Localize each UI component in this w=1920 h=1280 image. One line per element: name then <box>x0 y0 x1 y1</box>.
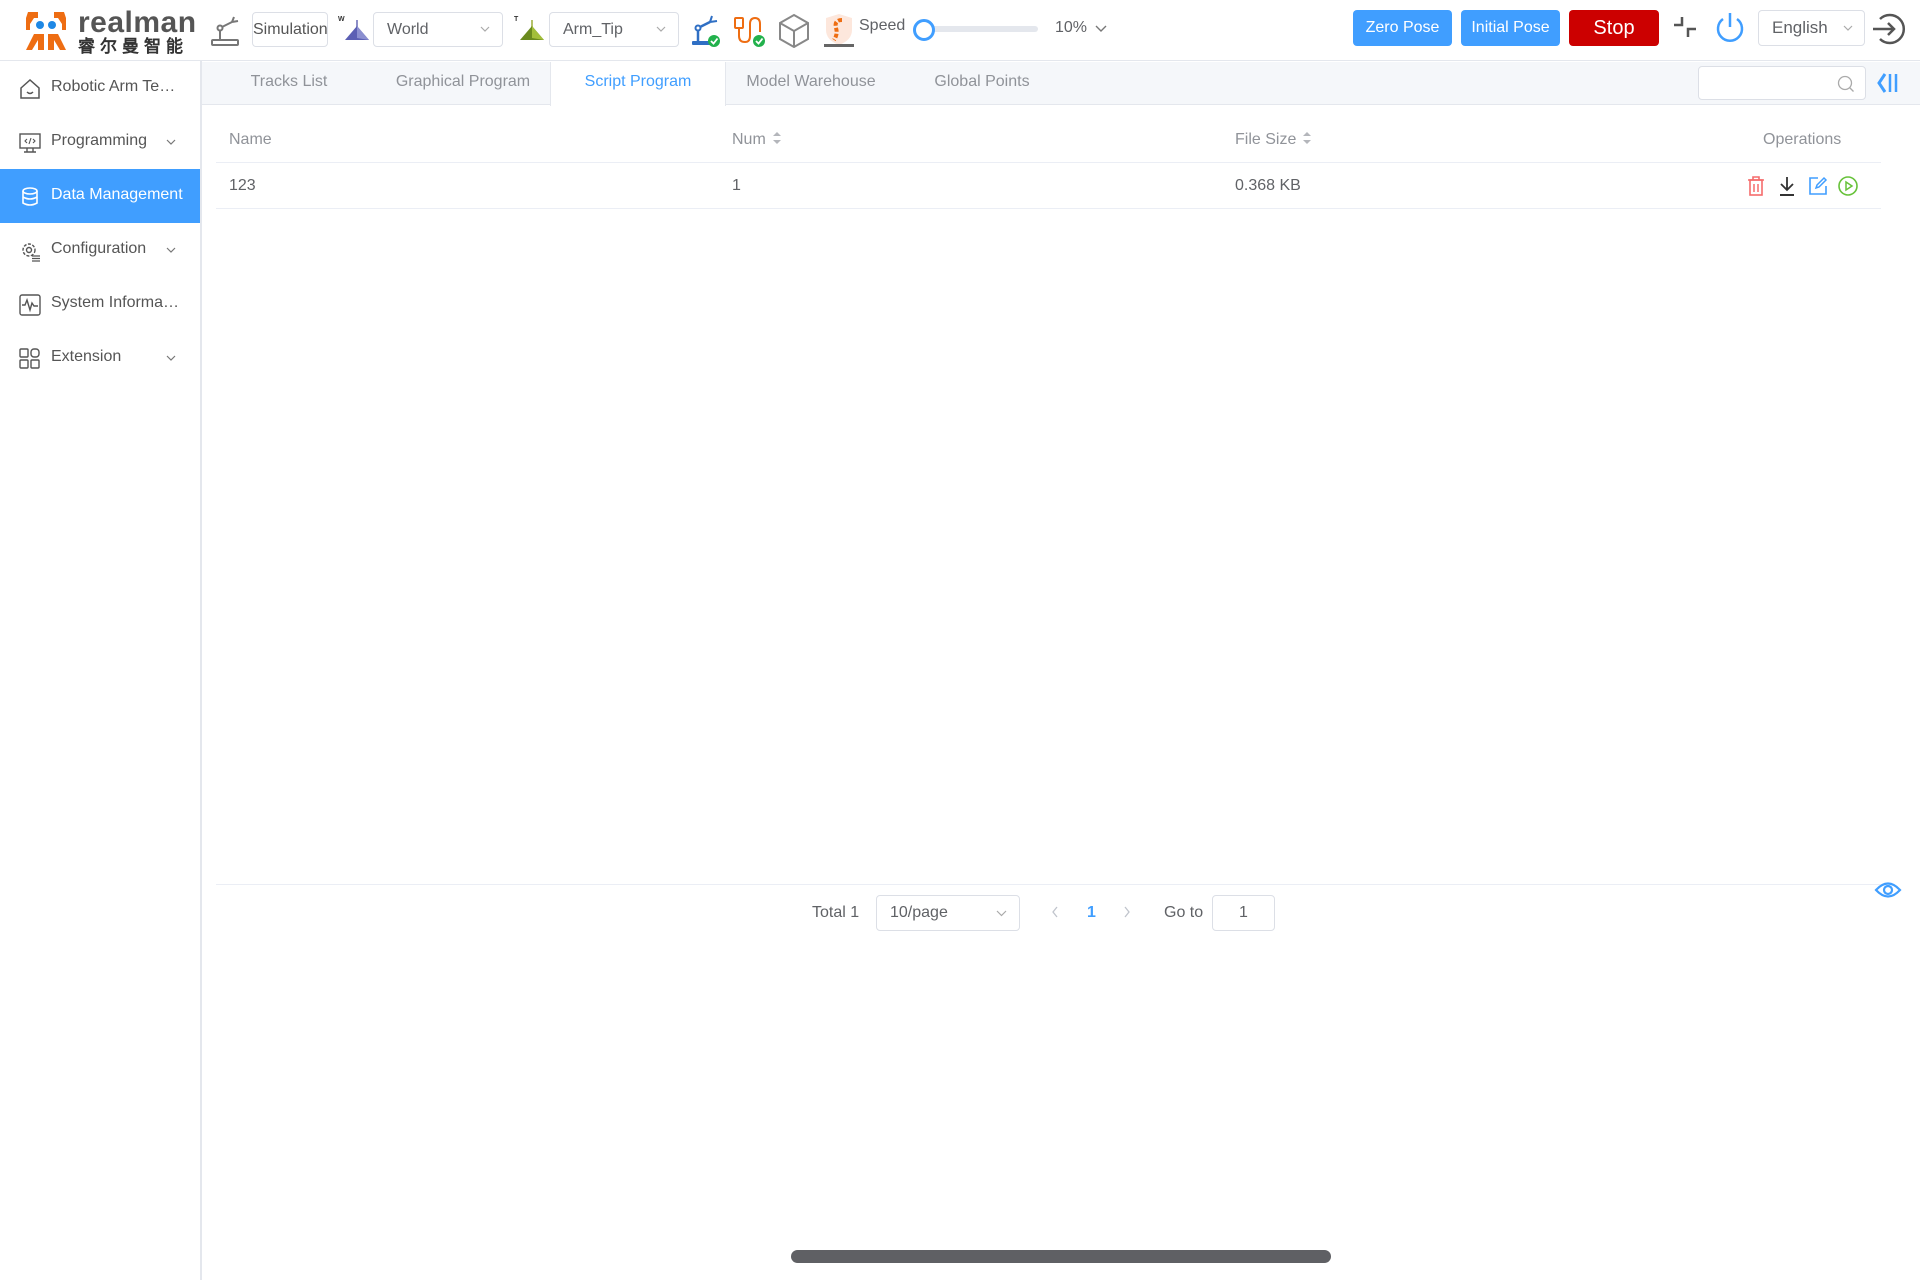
coord-frame-select[interactable]: World <box>373 12 503 47</box>
tool-frame-icon: T <box>514 16 544 40</box>
cell-file-size: 0.368 KB <box>1235 177 1301 194</box>
page-number-current[interactable]: 1 <box>1087 904 1096 922</box>
column-header-operations: Operations <box>1763 131 1842 148</box>
stop-button[interactable]: Stop <box>1569 10 1659 46</box>
language-select[interactable]: English <box>1758 10 1865 46</box>
tab-graphical-program[interactable]: Graphical Program <box>376 62 550 105</box>
tab-tracks-list[interactable]: Tracks List <box>202 62 376 105</box>
pagination: Total 1 10/page 1 Go to <box>0 895 1920 931</box>
download-icon[interactable] <box>1776 175 1798 197</box>
page-size-value: 10/page <box>890 904 948 921</box>
tab-model-warehouse[interactable]: Model Warehouse <box>726 62 896 105</box>
tab-script-program[interactable]: Script Program <box>550 62 726 106</box>
goto-page-input[interactable] <box>1212 895 1275 931</box>
sort-icon[interactable] <box>1302 130 1312 146</box>
sidebar-item-label: Extension <box>51 348 122 365</box>
search-icon <box>1837 75 1854 92</box>
pulse-monitor-icon <box>19 294 41 316</box>
column-header-file-size-label: File Size <box>1235 131 1297 148</box>
sidebar-item-robotic-arm-teaching[interactable]: Robotic Arm Teaching <box>0 61 200 115</box>
chevron-down-icon <box>480 26 490 32</box>
column-header-name: Name <box>229 131 272 148</box>
table-row[interactable]: 123 1 0.368 KB <box>216 163 1881 209</box>
prev-page-icon[interactable] <box>1049 903 1061 921</box>
sidebar-item-configuration[interactable]: Configuration <box>0 223 200 277</box>
svg-text:W: W <box>338 16 345 23</box>
run-icon[interactable] <box>1837 175 1859 197</box>
logout-icon[interactable] <box>1870 10 1908 48</box>
sidebar-item-label: Programming <box>51 132 148 149</box>
chevron-down-icon <box>996 910 1007 917</box>
chevron-down-icon <box>166 247 176 253</box>
chevron-down-icon <box>656 26 666 32</box>
collapse-panel-icon[interactable] <box>1876 70 1900 96</box>
model-cube-icon[interactable] <box>777 12 811 48</box>
top-header: realman 睿尔曼智能 Simulation W World T Arm_T… <box>0 0 1920 61</box>
io-connected-icon[interactable] <box>732 12 766 48</box>
horizontal-scrollbar[interactable] <box>791 1250 1331 1263</box>
column-header-num[interactable]: Num <box>732 131 782 149</box>
cell-num: 1 <box>732 177 741 194</box>
world-frame-icon: W <box>338 16 369 40</box>
realman-logo-icon <box>26 12 66 50</box>
mode-simulation-label[interactable]: Simulation <box>252 12 328 47</box>
page-size-select[interactable]: 10/page <box>876 895 1020 931</box>
sidebar-item-label: System Information <box>51 294 183 311</box>
home-icon <box>20 78 40 99</box>
code-monitor-icon <box>19 133 41 153</box>
chevron-down-icon <box>166 355 176 361</box>
script-program-table: Name Num File Size Operations 123 1 0.36… <box>216 105 1881 209</box>
chevron-down-icon <box>166 139 176 145</box>
initial-pose-button[interactable]: Initial Pose <box>1461 10 1560 46</box>
collision-safety-icon[interactable] <box>822 12 856 48</box>
column-header-num-label: Num <box>732 131 766 148</box>
table-header: Name Num File Size Operations <box>216 105 1881 163</box>
grid-apps-icon <box>19 348 40 369</box>
sidebar-item-programming[interactable]: Programming <box>0 115 200 169</box>
database-icon <box>22 187 38 206</box>
minimize-window-icon[interactable] <box>1670 12 1700 42</box>
sidebar-item-data-management[interactable]: Data Management <box>0 169 200 223</box>
chevron-down-icon <box>1843 25 1853 31</box>
delete-icon[interactable] <box>1745 175 1767 197</box>
brand-name-cn: 睿尔曼智能 <box>78 37 188 56</box>
svg-text:T: T <box>514 16 519 23</box>
sidebar-item-label: Robotic Arm Teaching <box>51 78 183 95</box>
sidebar-item-system-information[interactable]: System Information <box>0 277 200 331</box>
sidebar-item-label: Data Management <box>51 186 183 203</box>
speed-label: Speed <box>859 17 906 34</box>
pagination-divider <box>216 884 1881 885</box>
language-value: English <box>1772 18 1828 37</box>
cell-name: 123 <box>229 177 256 194</box>
next-page-icon[interactable] <box>1121 903 1133 921</box>
realman-logo: realman 睿尔曼智能 <box>22 6 196 56</box>
sidebar-item-label: Configuration <box>51 240 147 257</box>
edit-icon[interactable] <box>1807 175 1829 197</box>
search-input[interactable] <box>1698 66 1866 100</box>
goto-label: Go to <box>1164 904 1204 921</box>
column-header-file-size[interactable]: File Size <box>1235 131 1312 149</box>
tool-frame-select[interactable]: Arm_Tip <box>549 12 679 47</box>
robot-arm-icon[interactable] <box>208 12 242 48</box>
speed-slider-handle[interactable] <box>913 19 935 41</box>
speed-slider-track[interactable] <box>923 26 1038 32</box>
speed-dropdown-chevron-icon[interactable] <box>1095 23 1107 33</box>
zero-pose-button[interactable]: Zero Pose <box>1353 10 1452 46</box>
coord-frame-value: World <box>387 21 429 38</box>
pagination-total: Total 1 <box>812 904 860 921</box>
tab-global-points[interactable]: Global Points <box>896 62 1068 105</box>
arm-connected-icon[interactable] <box>688 12 722 48</box>
power-icon[interactable] <box>1713 10 1747 46</box>
sidebar-item-extension[interactable]: Extension <box>0 331 200 385</box>
speed-value: 10% <box>1055 19 1088 36</box>
sidebar: Robotic Arm Teaching Programming Data Ma… <box>0 61 202 1280</box>
sort-icon[interactable] <box>772 130 782 146</box>
tab-bar: Tracks List Graphical Program Script Pro… <box>202 62 1920 106</box>
tool-frame-value: Arm_Tip <box>563 21 623 38</box>
gear-settings-icon <box>22 243 40 262</box>
